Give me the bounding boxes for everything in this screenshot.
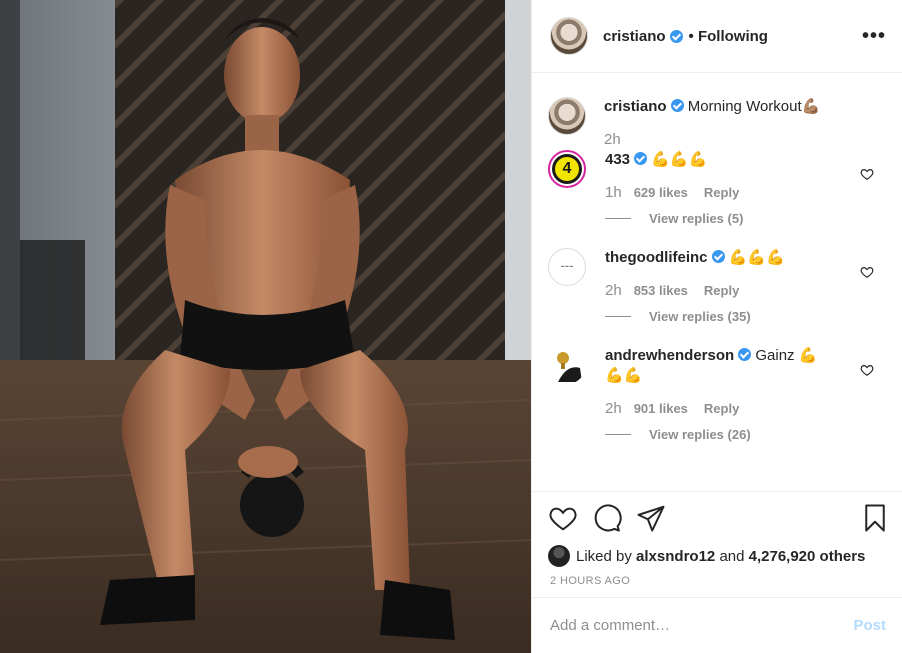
post-comment-button[interactable]: Post [853, 617, 886, 634]
follow-status-label: Following [697, 27, 768, 45]
reply-button[interactable]: Reply [704, 401, 739, 416]
author-username[interactable]: cristiano [603, 28, 666, 45]
commenter-username[interactable]: 433 [605, 151, 630, 168]
verified-badge-icon [670, 99, 684, 112]
view-replies-label: View replies (5) [649, 211, 744, 226]
verified-badge-icon [634, 152, 648, 165]
caption-text: Morning Workout [687, 98, 802, 115]
flexed-biceps-icon: 💪🏽 [801, 98, 821, 115]
comment-text: Gainz [755, 347, 795, 364]
liked-by-prefix: Liked by [576, 547, 632, 565]
add-comment-form: Post [532, 597, 902, 653]
comment-item: 4 433 💪💪💪 1h 629 likes Reply View replie… [548, 150, 886, 226]
commenter-avatar[interactable]: 4 [548, 150, 586, 188]
post-photo[interactable] [0, 0, 531, 653]
comment-item: ━ ━ ━ thegoodlifeinc 💪💪💪 2h 853 likes Re… [548, 248, 886, 324]
comment-likes[interactable]: 629 likes [634, 185, 688, 200]
flexed-biceps-icon: 💪 [798, 347, 818, 364]
view-replies-label: View replies (26) [649, 427, 751, 442]
view-replies-button[interactable]: View replies (5) [605, 211, 886, 226]
commenter-avatar[interactable]: ━ ━ ━ [548, 248, 586, 286]
verified-badge-icon [669, 29, 683, 43]
divider-line [605, 434, 631, 435]
flexed-biceps-icon: 💪💪💪 [651, 151, 708, 168]
flexed-biceps-icon: 💪💪 [605, 367, 643, 384]
divider-line [605, 218, 631, 219]
caption-author-avatar[interactable] [548, 97, 586, 135]
avatar-badge: 4 [555, 157, 579, 181]
liked-by-and: and [719, 547, 745, 565]
reply-button[interactable]: Reply [704, 185, 739, 200]
comment-bubble-icon[interactable] [592, 503, 622, 533]
share-paper-plane-icon[interactable] [636, 503, 666, 533]
comment-input[interactable] [550, 617, 854, 634]
comments-list[interactable]: cristiano Morning Workout💪🏽 2h 4 433 💪💪💪… [532, 73, 902, 491]
instagram-post: cristiano • Following ••• cristiano Morn… [0, 0, 902, 653]
verified-badge-icon [738, 348, 752, 361]
caption-time[interactable]: 2h [604, 131, 621, 148]
more-dots-icon[interactable]: ••• [862, 25, 886, 48]
comment-time[interactable]: 1h [605, 184, 622, 201]
commenter-avatar[interactable] [548, 346, 586, 384]
flexed-biceps-icon: 💪💪💪 [728, 249, 785, 266]
author-avatar[interactable] [550, 17, 588, 55]
view-replies-button[interactable]: View replies (26) [605, 427, 886, 442]
liked-by-summary: Liked by alxsndro12 and 4,276,920 others [532, 543, 902, 569]
comment-item: andrewhenderson Gainz 💪 💪💪 2h 901 likes … [548, 346, 886, 442]
commenter-username[interactable]: thegoodlifeinc [605, 249, 708, 266]
verified-badge-icon [711, 250, 725, 263]
trophy-avatar-icon [557, 352, 582, 382]
reply-button[interactable]: Reply [704, 283, 739, 298]
view-replies-button[interactable]: View replies (35) [605, 309, 886, 324]
divider-line [605, 316, 631, 317]
like-heart-icon[interactable] [860, 265, 874, 279]
comment-likes[interactable]: 901 likes [634, 401, 688, 416]
comment-likes[interactable]: 853 likes [634, 283, 688, 298]
like-heart-icon[interactable] [860, 363, 874, 377]
like-heart-icon[interactable] [860, 167, 874, 181]
post-header: cristiano • Following ••• [532, 0, 902, 73]
caption-author-username[interactable]: cristiano [604, 98, 667, 115]
like-heart-icon[interactable] [548, 503, 578, 533]
commenter-username[interactable]: andrewhenderson [605, 347, 734, 364]
comment-time[interactable]: 2h [605, 400, 622, 417]
bookmark-icon[interactable] [860, 503, 890, 533]
post-timestamp[interactable]: 2 HOURS AGO [532, 569, 902, 597]
follow-status[interactable]: • Following [689, 28, 768, 45]
post-caption: cristiano Morning Workout💪🏽 2h [548, 73, 886, 148]
post-details-panel: cristiano • Following ••• cristiano Morn… [531, 0, 902, 653]
likes-count-link[interactable]: 4,276,920 others [749, 548, 866, 565]
post-actions-bar [532, 491, 902, 543]
view-replies-label: View replies (35) [649, 309, 751, 324]
comment-time[interactable]: 2h [605, 282, 622, 299]
brand-logo-icon: ━ ━ ━ [561, 265, 573, 270]
liker-avatar[interactable] [548, 545, 570, 567]
liker-username[interactable]: alxsndro12 [636, 548, 715, 565]
workout-photo-image [0, 0, 531, 653]
